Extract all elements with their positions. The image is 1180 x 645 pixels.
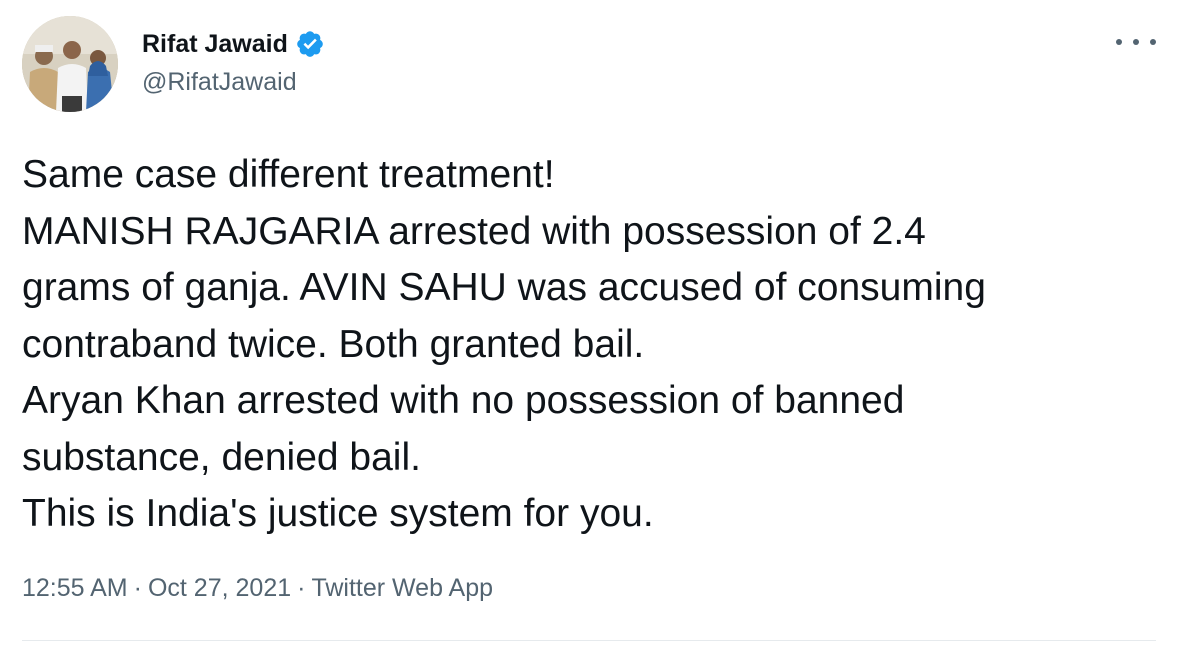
tweet-text: Same case different treatment! MANISH RA… bbox=[22, 147, 1162, 543]
tweet-text-line: contraband twice. Both granted bail. bbox=[22, 322, 645, 366]
author-name[interactable]: Rifat Jawaid bbox=[142, 26, 288, 62]
divider bbox=[22, 640, 1156, 641]
more-dot bbox=[1150, 39, 1156, 45]
more-options-icon[interactable] bbox=[1116, 30, 1156, 54]
tweet-text-line: substance, denied bail. bbox=[22, 435, 421, 479]
more-dot bbox=[1116, 39, 1122, 45]
tweet-time-link[interactable]: 12:55 AM bbox=[22, 574, 128, 602]
more-dot bbox=[1133, 39, 1139, 45]
tweet-source-link[interactable]: Twitter Web App bbox=[311, 574, 493, 602]
avatar-photo bbox=[22, 16, 118, 112]
profile-avatar[interactable] bbox=[22, 16, 118, 112]
tweet-metadata: 12:55 AM · Oct 27, 2021 · Twitter Web App bbox=[22, 570, 493, 606]
tweet-text-line: Same case different treatment! bbox=[22, 153, 555, 196]
tweet-card: Rifat Jawaid @RifatJawaid Same case diff… bbox=[0, 0, 1180, 645]
tweet-date-link[interactable]: Oct 27, 2021 bbox=[148, 574, 291, 602]
verified-badge-icon bbox=[295, 29, 325, 59]
tweet-text-line: Aryan Khan arrested with no possession o… bbox=[22, 379, 905, 422]
author-name-row: Rifat Jawaid bbox=[142, 26, 325, 62]
tweet-text-line: MANISH RAJGARIA arrested with possession… bbox=[22, 209, 926, 253]
meta-separator: · bbox=[133, 574, 142, 602]
tweet-text-line: This is India's justice system for you. bbox=[22, 492, 654, 535]
meta-separator: · bbox=[297, 574, 306, 602]
author-handle[interactable]: @RifatJawaid bbox=[142, 64, 297, 100]
tweet-text-line: grams of ganja. AVIN SAHU was accused of… bbox=[22, 266, 986, 309]
